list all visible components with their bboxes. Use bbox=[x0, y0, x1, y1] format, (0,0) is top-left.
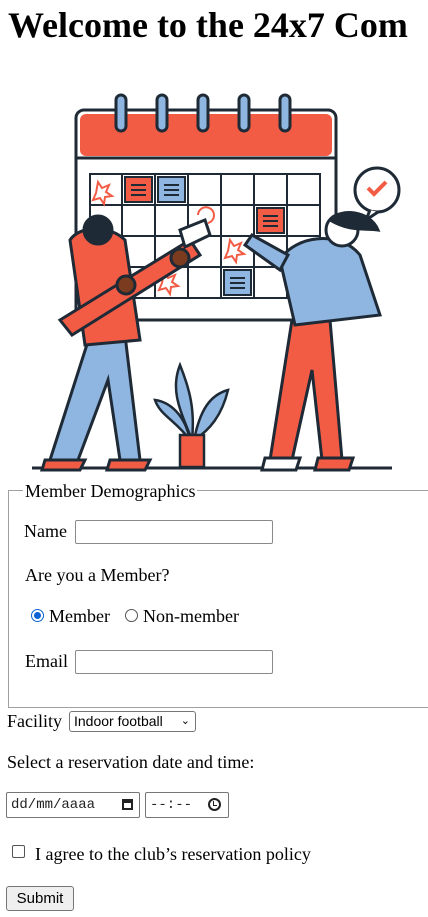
time-placeholder: --:-- bbox=[150, 797, 193, 813]
reservation-time-input[interactable]: --:-- bbox=[145, 792, 229, 818]
name-input[interactable] bbox=[75, 520, 273, 544]
reservation-label: Select a reservation date and time: bbox=[7, 752, 255, 772]
name-label: Name bbox=[24, 521, 67, 541]
clock-icon[interactable] bbox=[208, 798, 221, 811]
facility-select[interactable]: Indoor football ⌄ bbox=[69, 711, 196, 732]
chevron-down-icon: ⌄ bbox=[180, 715, 190, 727]
reservation-date-input[interactable]: dd/mm/aaaa bbox=[6, 792, 140, 818]
calendar-icon[interactable] bbox=[122, 799, 133, 810]
member-radio[interactable] bbox=[31, 609, 44, 622]
submit-button[interactable]: Submit bbox=[6, 886, 74, 911]
member-radio-label: Member bbox=[49, 606, 110, 626]
facility-label: Facility bbox=[7, 711, 62, 731]
date-placeholder: dd/mm/aaaa bbox=[11, 797, 96, 813]
email-label: Email bbox=[25, 651, 68, 671]
non-member-radio[interactable] bbox=[125, 609, 138, 622]
calendar-illustration-icon bbox=[32, 93, 401, 472]
policy-checkbox[interactable] bbox=[12, 845, 25, 858]
non-member-radio-label: Non-member bbox=[143, 606, 239, 626]
member-question: Are you a Member? bbox=[25, 565, 170, 585]
page: Welcome to the 24x7 Com Member Demograph… bbox=[0, 0, 428, 917]
member-demographics-legend: Member Demographics bbox=[23, 481, 198, 501]
facility-selected-value: Indoor football bbox=[74, 713, 163, 729]
page-title: Welcome to the 24x7 Com bbox=[8, 5, 408, 45]
email-input[interactable] bbox=[75, 650, 273, 674]
policy-label: I agree to the club’s reservation policy bbox=[35, 844, 311, 864]
